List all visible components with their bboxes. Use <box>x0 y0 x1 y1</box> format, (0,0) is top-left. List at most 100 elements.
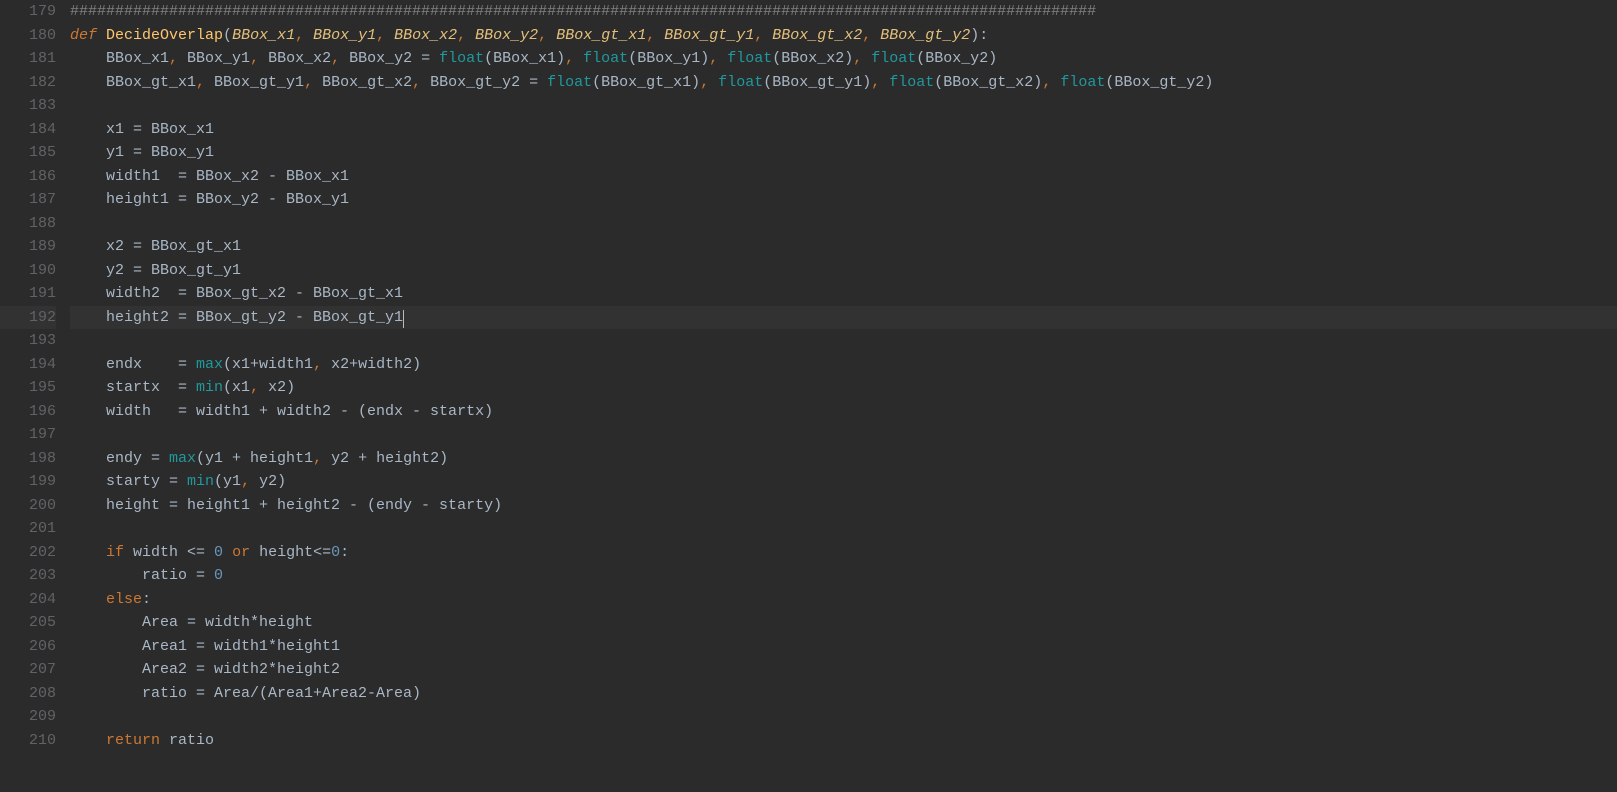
code-area[interactable]: ########################################… <box>70 0 1617 792</box>
line-number: 209 <box>0 705 56 729</box>
code-line[interactable]: x1 = BBox_x1 <box>70 118 1617 142</box>
code-token: , <box>862 27 880 44</box>
line-number: 203 <box>0 564 56 588</box>
line-number: 180 <box>0 24 56 48</box>
code-editor[interactable]: 1791801811821831841851861871881891901911… <box>0 0 1617 792</box>
code-token: float <box>1060 74 1105 91</box>
code-token: , <box>709 50 727 67</box>
line-number: 192 <box>0 306 56 330</box>
code-token: max <box>169 450 196 467</box>
code-token: 0 <box>214 567 223 584</box>
code-line[interactable]: height = height1 + height2 - (endy - sta… <box>70 494 1617 518</box>
code-token: BBox_gt_x1 <box>556 27 646 44</box>
code-line[interactable]: Area1 = width1*height1 <box>70 635 1617 659</box>
code-token: x1 = BBox_x1 <box>70 121 214 138</box>
code-line[interactable]: return ratio <box>70 729 1617 753</box>
code-line[interactable] <box>70 423 1617 447</box>
code-token: min <box>196 379 223 396</box>
line-number: 190 <box>0 259 56 283</box>
code-line[interactable]: ratio = Area/(Area1+Area2-Area) <box>70 682 1617 706</box>
code-line[interactable]: Area = width*height <box>70 611 1617 635</box>
code-token: width <= <box>133 544 214 561</box>
code-line[interactable]: y1 = BBox_y1 <box>70 141 1617 165</box>
code-token: height<= <box>259 544 331 561</box>
code-line[interactable]: starty = min(y1, y2) <box>70 470 1617 494</box>
code-line[interactable]: endx = max(x1+width1, x2+width2) <box>70 353 1617 377</box>
code-token: : <box>142 591 151 608</box>
code-token: BBox_y2 = <box>349 50 439 67</box>
code-token: Area = width*height <box>70 614 313 631</box>
line-number: 181 <box>0 47 56 71</box>
code-token <box>70 544 106 561</box>
code-token: float <box>439 50 484 67</box>
code-token: (y1 <box>214 473 241 490</box>
line-number: 182 <box>0 71 56 95</box>
code-line[interactable]: BBox_gt_x1, BBox_gt_y1, BBox_gt_x2, BBox… <box>70 71 1617 95</box>
code-line[interactable] <box>70 705 1617 729</box>
code-token: BBox_y1 <box>313 27 376 44</box>
code-token: ########################################… <box>70 3 1096 20</box>
code-token: or <box>232 544 259 561</box>
code-token: BBox_x1 <box>70 50 169 67</box>
code-token <box>223 544 232 561</box>
line-number-gutter: 1791801811821831841851861871881891901911… <box>0 0 70 792</box>
line-number: 202 <box>0 541 56 565</box>
code-line[interactable] <box>70 94 1617 118</box>
code-token: (BBox_y2) <box>916 50 997 67</box>
code-token: BBox_gt_y2 = <box>430 74 547 91</box>
code-token: float <box>889 74 934 91</box>
code-line[interactable]: ratio = 0 <box>70 564 1617 588</box>
code-token: (BBox_x1) <box>484 50 565 67</box>
code-token: , <box>646 27 664 44</box>
code-token: , <box>700 74 718 91</box>
code-token: endx = <box>70 356 196 373</box>
code-token: , <box>457 27 475 44</box>
code-line[interactable] <box>70 212 1617 236</box>
code-line[interactable]: endy = max(y1 + height1, y2 + height2) <box>70 447 1617 471</box>
code-token: BBox_x2 <box>394 27 457 44</box>
code-token: float <box>583 50 628 67</box>
code-token: return <box>106 732 169 749</box>
code-token: , <box>169 50 187 67</box>
code-token: (BBox_y1) <box>628 50 709 67</box>
code-token: BBox_gt_x2 <box>322 74 412 91</box>
code-line[interactable]: else: <box>70 588 1617 612</box>
code-line[interactable]: y2 = BBox_gt_y1 <box>70 259 1617 283</box>
code-token: y2 + height2) <box>331 450 448 467</box>
code-line[interactable]: startx = min(x1, x2) <box>70 376 1617 400</box>
code-token: , <box>196 74 214 91</box>
code-token: height1 = BBox_y2 - BBox_y1 <box>70 191 349 208</box>
code-line[interactable]: x2 = BBox_gt_x1 <box>70 235 1617 259</box>
code-token: , <box>871 74 889 91</box>
line-number: 200 <box>0 494 56 518</box>
code-token: DecideOverlap <box>106 27 223 44</box>
code-token: (BBox_gt_y2) <box>1105 74 1213 91</box>
code-line[interactable]: height2 = BBox_gt_y2 - BBox_gt_y1 <box>70 306 1617 330</box>
line-number: 206 <box>0 635 56 659</box>
code-token: ): <box>970 27 988 44</box>
code-line[interactable]: if width <= 0 or height<=0: <box>70 541 1617 565</box>
line-number: 187 <box>0 188 56 212</box>
code-token: height2 = BBox_gt_y2 - BBox_gt_y1 <box>70 309 403 326</box>
code-token: (BBox_gt_x1) <box>592 74 700 91</box>
line-number: 188 <box>0 212 56 236</box>
code-line[interactable]: def DecideOverlap(BBox_x1, BBox_y1, BBox… <box>70 24 1617 48</box>
code-line[interactable] <box>70 517 1617 541</box>
line-number: 198 <box>0 447 56 471</box>
line-number: 194 <box>0 353 56 377</box>
code-token: Area1 = width1*height1 <box>70 638 340 655</box>
code-line[interactable]: ########################################… <box>70 0 1617 24</box>
line-number: 195 <box>0 376 56 400</box>
code-token: , <box>412 74 430 91</box>
code-line[interactable]: Area2 = width2*height2 <box>70 658 1617 682</box>
code-line[interactable]: height1 = BBox_y2 - BBox_y1 <box>70 188 1617 212</box>
code-token: y2 = BBox_gt_y1 <box>70 262 241 279</box>
code-line[interactable]: width = width1 + width2 - (endx - startx… <box>70 400 1617 424</box>
code-line[interactable] <box>70 329 1617 353</box>
code-line[interactable]: BBox_x1, BBox_y1, BBox_x2, BBox_y2 = flo… <box>70 47 1617 71</box>
code-token: max <box>196 356 223 373</box>
code-line[interactable]: width1 = BBox_x2 - BBox_x1 <box>70 165 1617 189</box>
line-number: 183 <box>0 94 56 118</box>
code-line[interactable]: width2 = BBox_gt_x2 - BBox_gt_x1 <box>70 282 1617 306</box>
code-token: , <box>295 27 313 44</box>
